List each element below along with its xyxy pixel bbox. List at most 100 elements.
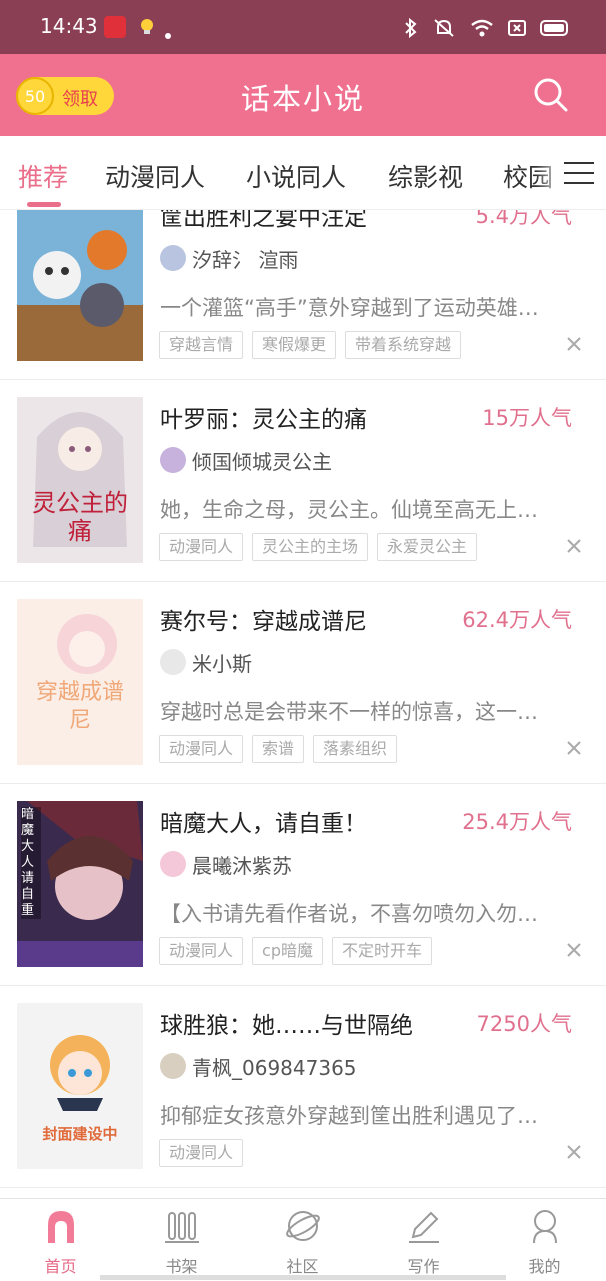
tab-recommended[interactable]: 推荐: [18, 158, 68, 194]
author-row: 倾国倾城灵公主: [160, 447, 332, 474]
book-tag[interactable]: 动漫同人: [159, 937, 244, 965]
home-icon: [48, 1211, 74, 1243]
status-time: 14:43: [40, 14, 98, 38]
app-header: 50 领取 话本小说: [0, 54, 606, 136]
book-cover: [17, 210, 143, 361]
book-tag[interactable]: 落素组织: [313, 735, 398, 763]
author-row: 青枫_069847365: [160, 1053, 357, 1080]
author-avatar: [160, 447, 186, 473]
author-name: 晨曦沐紫苏: [192, 853, 292, 878]
book-title: 筐出胜利之宴中注定: [160, 210, 367, 231]
active-tab-indicator: [27, 202, 61, 207]
bluetooth-icon: [405, 18, 417, 38]
tag-list: 动漫同人: [159, 1139, 244, 1167]
book-description: 【入书请先看作者说，不喜勿喷勿入勿…: [160, 902, 538, 926]
book-description: 抑郁症女孩意外穿越到筐出胜利遇见了…: [160, 1104, 538, 1128]
book-tag[interactable]: 不定时开车: [331, 937, 432, 965]
author-row: 晨曦沐紫苏: [160, 851, 292, 878]
status-dot: [165, 33, 171, 39]
popularity-count: 7250人气: [476, 1012, 572, 1036]
popularity-count: 25.4万人气: [462, 810, 572, 834]
profile-icon: [533, 1210, 557, 1244]
dismiss-icon[interactable]: [566, 740, 582, 756]
tab-anime-fanfic[interactable]: 动漫同人: [105, 158, 205, 194]
tab-novel-fanfic[interactable]: 小说同人: [246, 158, 346, 194]
tag-list: 动漫同人 灵公主的主场 永爱灵公主: [159, 533, 478, 561]
author-name: 汐辞氵 渲雨: [192, 247, 299, 272]
battery-icon: [540, 20, 568, 36]
cover-title: 灵公主的痛: [32, 489, 128, 545]
book-cover: 暗魔大人请自重: [17, 801, 143, 967]
book-tag[interactable]: cp暗魔: [252, 937, 323, 965]
dismiss-icon[interactable]: [566, 1144, 582, 1160]
cover-title: 封面建设中: [42, 1125, 118, 1143]
menu-icon[interactable]: [564, 160, 594, 186]
category-tabs: 推荐 动漫同人 小说同人 综影视 校园: [0, 136, 606, 210]
nav-label: 首页: [44, 1257, 77, 1276]
book-tag[interactable]: 带着系统穿越: [345, 331, 462, 359]
author-avatar: [160, 649, 186, 675]
nav-home[interactable]: 首页: [0, 1199, 121, 1281]
search-icon[interactable]: [532, 76, 570, 114]
book-card[interactable]: 穿越成谱尼 赛尔号：穿越成谱尼 62.4万人气 米小斯 穿越时总是会带来不一样的…: [0, 582, 606, 784]
book-cover: 封面建设中: [17, 1003, 143, 1169]
nav-community[interactable]: 社区: [242, 1199, 363, 1281]
book-tag[interactable]: 动漫同人: [159, 1139, 244, 1167]
dismiss-icon[interactable]: [566, 942, 582, 958]
popularity-count: 62.4万人气: [462, 608, 572, 632]
nav-bookshelf[interactable]: 书架: [121, 1199, 242, 1281]
page-title: 话本小说: [240, 82, 365, 116]
author-avatar: [160, 245, 186, 271]
nav-label: 我的: [528, 1257, 561, 1276]
write-icon: [409, 1211, 439, 1243]
cover-title: 暗魔大人请自重: [21, 807, 41, 919]
notification-app-icon: [104, 16, 126, 38]
book-tag[interactable]: 动漫同人: [159, 735, 244, 763]
author-row: 米小斯: [160, 649, 252, 676]
book-feed: 筐出胜利之宴中注定 5.4万人气 汐辞氵 渲雨 一个灌篮“高手”意外穿越到了运动…: [0, 210, 606, 1198]
book-tag[interactable]: 永爱灵公主: [377, 533, 478, 561]
nav-label: 社区: [286, 1257, 319, 1276]
author-name: 青枫_069847365: [192, 1055, 357, 1080]
book-card[interactable]: 封面建设中 球胜狼：她……与世隔绝 7250人气 青枫_069847365 抑郁…: [0, 986, 606, 1188]
book-cover: 穿越成谱尼: [17, 599, 143, 765]
nav-label: 写作: [407, 1257, 440, 1276]
community-icon: [286, 1211, 320, 1241]
popularity-count: 15万人气: [482, 406, 572, 430]
tab-film-tv[interactable]: 综影视: [388, 158, 463, 194]
bookshelf-icon: [165, 1212, 199, 1243]
book-title: 赛尔号：穿越成谱尼: [160, 609, 367, 635]
book-tag[interactable]: 索谱: [252, 735, 305, 763]
book-title: 球胜狼：她……与世隔绝: [160, 1013, 413, 1039]
tag-list: 动漫同人 cp暗魔 不定时开车: [159, 937, 432, 965]
mute-icon: [434, 19, 454, 37]
book-tag[interactable]: 灵公主的主场: [252, 533, 369, 561]
book-title: 叶罗丽：灵公主的痛: [160, 407, 367, 433]
book-title: 暗魔大人，请自重！: [160, 811, 367, 837]
tag-list: 动漫同人 索谱 落素组织: [159, 735, 398, 763]
book-tag[interactable]: 动漫同人: [159, 533, 244, 561]
book-cover: 灵公主的痛: [17, 397, 143, 563]
tag-list: 穿越言情 寒假爆更 带着系统穿越: [159, 331, 462, 359]
author-name: 米小斯: [192, 651, 252, 676]
author-avatar: [160, 851, 186, 877]
nav-write[interactable]: 写作: [363, 1199, 484, 1281]
dismiss-icon[interactable]: [566, 538, 582, 554]
book-card[interactable]: 暗魔大人请自重 暗魔大人，请自重！ 25.4万人气 晨曦沐紫苏 【入书请先看作者…: [0, 784, 606, 986]
book-card[interactable]: 灵公主的痛 叶罗丽：灵公主的痛 15万人气 倾国倾城灵公主 她，生命之母，灵公主…: [0, 380, 606, 582]
book-description: 穿越时总是会带来不一样的惊喜，这一…: [160, 700, 538, 724]
book-card[interactable]: 筐出胜利之宴中注定 5.4万人气 汐辞氵 渲雨 一个灌篮“高手”意外穿越到了运动…: [0, 210, 606, 380]
sim-icon: [508, 20, 526, 36]
author-name: 倾国倾城灵公主: [192, 449, 332, 474]
gesture-bar: [100, 1275, 506, 1280]
notification-bulb-icon: [136, 16, 158, 38]
cover-title: 穿越成谱尼: [35, 680, 124, 733]
status-bar: 14:43: [0, 0, 606, 54]
nav-profile[interactable]: 我的: [484, 1199, 605, 1281]
nav-label: 书架: [165, 1257, 198, 1276]
book-tag[interactable]: 穿越言情: [159, 331, 244, 359]
book-tag[interactable]: 寒假爆更: [252, 331, 337, 359]
dismiss-icon[interactable]: [566, 336, 582, 352]
status-icons: [404, 18, 570, 38]
author-row: 汐辞氵 渲雨: [160, 245, 299, 272]
